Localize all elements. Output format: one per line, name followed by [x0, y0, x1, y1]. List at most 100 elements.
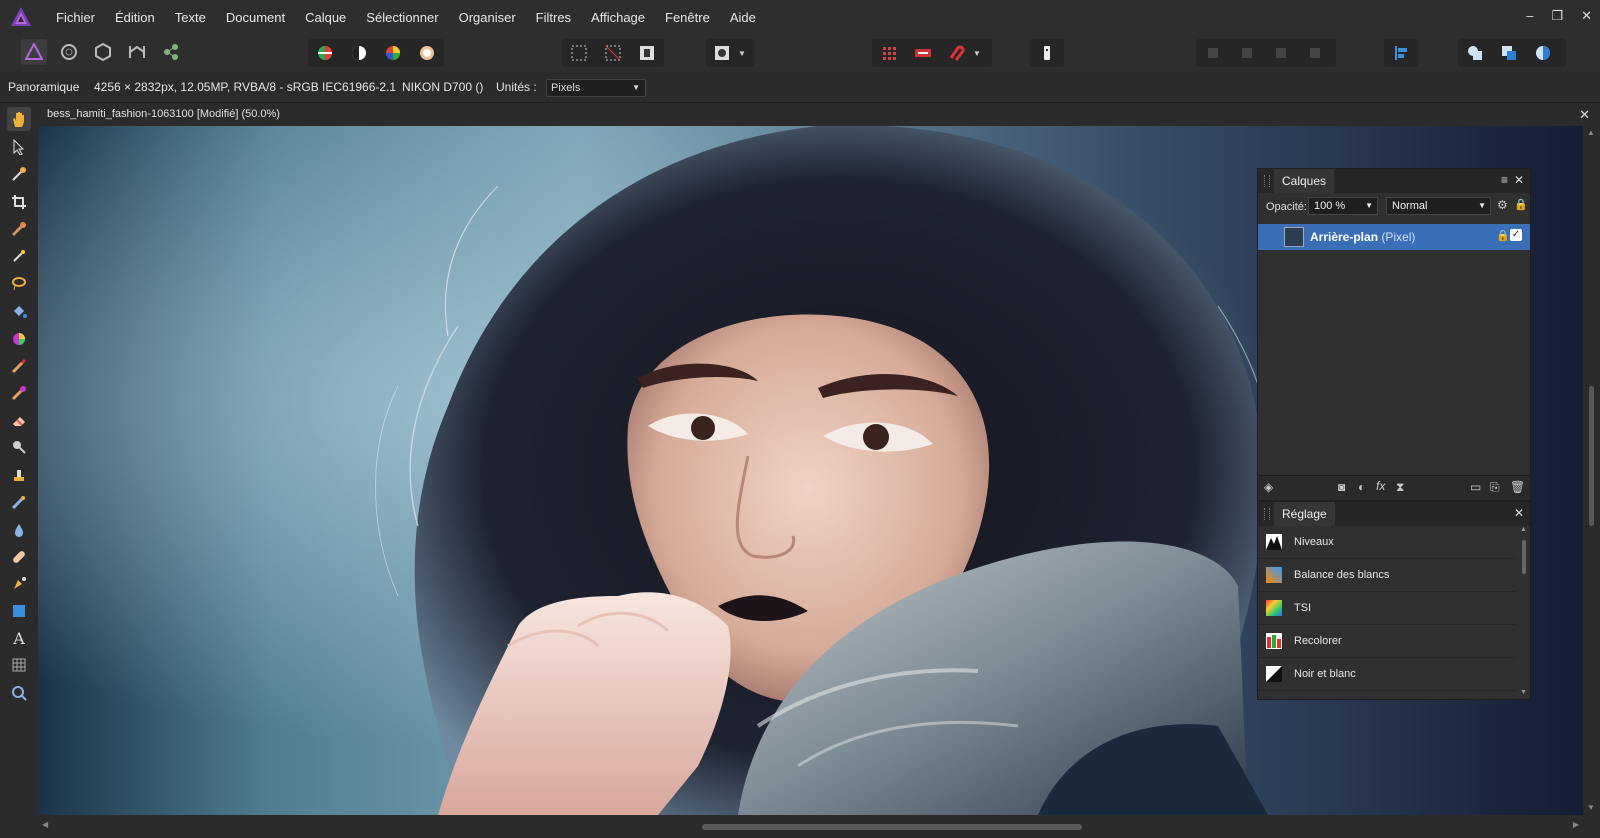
dodge-tool-icon[interactable]: [7, 435, 31, 459]
export-persona-icon[interactable]: [158, 39, 184, 65]
layer-lock-icon[interactable]: 🔒: [1496, 229, 1510, 242]
menu-aide[interactable]: Aide: [730, 10, 756, 25]
adjustments-tab[interactable]: Réglage: [1274, 502, 1335, 526]
adjustments-scrollbar[interactable]: ▲ ▼: [1520, 526, 1527, 696]
crop-tool-icon[interactable]: [7, 190, 31, 214]
adjustment-item[interactable]: Noir et blanc: [1258, 658, 1516, 691]
develop-persona-icon[interactable]: [90, 39, 116, 65]
snapping-magnet-icon[interactable]: [944, 40, 970, 66]
gear-icon[interactable]: ⚙: [1497, 198, 1508, 212]
move-tool-icon[interactable]: [7, 135, 31, 159]
menu-fenetre[interactable]: Fenêtre: [665, 10, 710, 25]
scroll-up-icon[interactable]: ▲: [1587, 128, 1595, 137]
move-forward-icon[interactable]: [1268, 40, 1294, 66]
scroll-up-icon[interactable]: ▲: [1520, 526, 1527, 533]
pen-tool-icon[interactable]: [7, 572, 31, 596]
close-panel-icon[interactable]: ✕: [1514, 506, 1524, 520]
menu-filtres[interactable]: Filtres: [536, 10, 571, 25]
mask-layer-icon[interactable]: ◙: [1338, 480, 1345, 494]
close-document-button[interactable]: ✕: [1579, 107, 1590, 123]
align-icon[interactable]: [1388, 40, 1414, 66]
invert-selection-icon[interactable]: [634, 40, 660, 66]
text-tool-icon[interactable]: A: [7, 626, 31, 650]
blend-mode-select[interactable]: Normal ▼: [1386, 197, 1491, 215]
menu-document[interactable]: Document: [226, 10, 285, 25]
horizontal-scroll-thumb[interactable]: [702, 824, 1082, 830]
gradient-tool-icon[interactable]: [7, 327, 31, 351]
levels-quick-icon[interactable]: [312, 40, 338, 66]
white-balance-quick-icon[interactable]: [414, 40, 440, 66]
panel-grip-icon[interactable]: [1264, 508, 1270, 520]
adjustment-layer-icon[interactable]: ◐: [1358, 480, 1365, 494]
document-tab[interactable]: bess_hamiti_fashion-1063100 [Modifié] (5…: [38, 103, 1600, 127]
healing-brush-tool-icon[interactable]: [7, 545, 31, 569]
move-backward-icon[interactable]: [1234, 40, 1260, 66]
close-panel-icon[interactable]: ✕: [1514, 173, 1524, 187]
trash-icon[interactable]: 🗑: [1510, 480, 1525, 494]
new-layer-icon[interactable]: ⎘: [1490, 480, 1500, 495]
affinity-photo-logo[interactable]: [10, 6, 32, 28]
quick-mask-icon[interactable]: [709, 40, 735, 66]
menu-affichage[interactable]: Affichage: [591, 10, 645, 25]
adjustment-item[interactable]: Balance des blancs: [1258, 559, 1516, 592]
zoom-tool-icon[interactable]: [7, 681, 31, 705]
vertical-scroll-thumb[interactable]: [1589, 386, 1594, 526]
flood-select-tool-icon[interactable]: [7, 244, 31, 268]
selection-brush-tool-icon[interactable]: [7, 217, 31, 241]
grid-icon[interactable]: [876, 40, 902, 66]
eraser-tool-icon[interactable]: [7, 408, 31, 432]
hand-tool-icon[interactable]: [7, 107, 31, 131]
menu-calque[interactable]: Calque: [305, 10, 346, 25]
menu-organiser[interactable]: Organiser: [459, 10, 516, 25]
layers-stack-icon[interactable]: ◈: [1264, 480, 1273, 494]
close-window-button[interactable]: ✕: [1581, 8, 1592, 24]
scroll-left-icon[interactable]: ◀: [42, 820, 48, 829]
flood-fill-tool-icon[interactable]: [7, 299, 31, 323]
adjustment-item[interactable]: Recolorer: [1258, 625, 1516, 658]
shape-tool-icon[interactable]: [7, 599, 31, 623]
units-select[interactable]: Pixels ▼: [546, 79, 646, 97]
vertical-scrollbar[interactable]: ▲ ▼: [1583, 126, 1600, 838]
context-help-icon[interactable]: [1034, 40, 1060, 66]
scroll-down-icon[interactable]: ▼: [1587, 803, 1595, 812]
menu-selectionner[interactable]: Sélectionner: [366, 10, 438, 25]
menu-fichier[interactable]: Fichier: [56, 10, 95, 25]
panel-menu-icon[interactable]: ≡: [1501, 173, 1508, 187]
deselect-icon[interactable]: [600, 40, 626, 66]
freehand-selection-tool-icon[interactable]: [7, 271, 31, 295]
opacity-field[interactable]: 100 % ▼: [1308, 197, 1378, 215]
liquify-persona-icon[interactable]: [56, 39, 82, 65]
fx-icon[interactable]: fx: [1376, 479, 1385, 493]
adjustment-item[interactable]: TSI: [1258, 592, 1516, 625]
move-back-icon[interactable]: [1200, 40, 1226, 66]
blur-brush-tool-icon[interactable]: [7, 518, 31, 542]
maximize-button[interactable]: ❐: [1551, 8, 1563, 24]
move-front-icon[interactable]: [1302, 40, 1328, 66]
folder-icon[interactable]: ▭: [1470, 480, 1481, 494]
layers-tab[interactable]: Calques: [1274, 169, 1335, 193]
select-all-icon[interactable]: [566, 40, 592, 66]
intersect-shape-icon[interactable]: [1530, 40, 1556, 66]
menu-edition[interactable]: Édition: [115, 10, 155, 25]
mesh-warp-tool-icon[interactable]: [7, 653, 31, 677]
panel-grip-icon[interactable]: [1264, 175, 1270, 187]
color-picker-tool-icon[interactable]: [7, 162, 31, 186]
add-shape-icon[interactable]: [1462, 40, 1488, 66]
menu-texte[interactable]: Texte: [175, 10, 206, 25]
horizontal-scrollbar[interactable]: ◀ ▶: [38, 815, 1583, 838]
scroll-down-icon[interactable]: ▼: [1520, 689, 1527, 696]
layer-visibility-checkbox[interactable]: ✓: [1510, 229, 1522, 241]
hsl-quick-icon[interactable]: [380, 40, 406, 66]
assistant-icon[interactable]: [910, 40, 936, 66]
lock-icon[interactable]: 🔒: [1514, 198, 1528, 211]
mask-dropdown-icon[interactable]: ▼: [735, 40, 749, 66]
clone-tool-icon[interactable]: [7, 463, 31, 487]
minimize-button[interactable]: –: [1526, 8, 1533, 24]
snapping-dropdown-icon[interactable]: ▼: [970, 40, 984, 66]
adjustment-item[interactable]: Niveaux: [1258, 526, 1516, 559]
color-replacement-tool-icon[interactable]: [7, 381, 31, 405]
layer-row[interactable]: Arrière-plan (Pixel) 🔒 ✓: [1258, 224, 1530, 250]
subtract-shape-icon[interactable]: [1496, 40, 1522, 66]
retouch-brush-tool-icon[interactable]: [7, 490, 31, 514]
adjustments-scroll-thumb[interactable]: [1522, 540, 1526, 574]
